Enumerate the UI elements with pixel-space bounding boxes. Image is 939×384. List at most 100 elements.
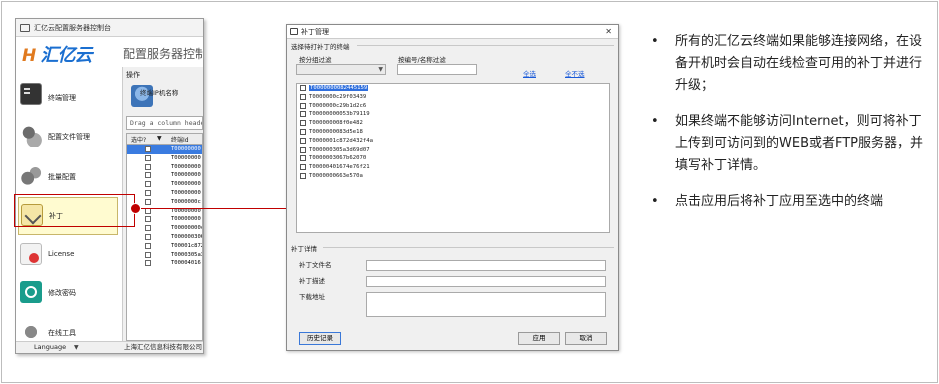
terminal-icon — [20, 83, 42, 105]
apply-button[interactable]: 应用 — [518, 332, 560, 345]
terminal-checkbox[interactable] — [300, 137, 306, 144]
select-all-link[interactable]: 全选 — [523, 68, 536, 78]
table-row[interactable]: T00000000 — [127, 180, 202, 189]
column-header-terminal-id[interactable]: 终端Id — [171, 135, 189, 144]
sidebar-item-batch-config[interactable]: 批量配置 — [18, 159, 118, 197]
dialog-title: 补丁管理 — [301, 28, 329, 36]
table-row[interactable]: T00000000 — [127, 171, 202, 180]
sidebar-item-terminal-management[interactable]: 终端管理 — [18, 77, 118, 115]
logo: H 汇亿云 — [22, 41, 93, 67]
table-row[interactable]: T000000306 — [127, 233, 202, 242]
row-checkbox[interactable] — [145, 146, 151, 152]
list-item[interactable]: T000000008f0e482 — [297, 119, 609, 128]
list-item[interactable]: T0000000c29f03439 — [297, 93, 609, 102]
list-item[interactable]: T00000000053b79119 — [297, 110, 609, 119]
logo-text: 汇亿云 — [40, 45, 93, 66]
sidebar-item-label: License — [48, 250, 75, 258]
history-button[interactable]: 历史记录 — [299, 332, 341, 345]
table-row[interactable]: T0000305a3 — [127, 251, 202, 260]
deselect-all-link[interactable]: 全不选 — [565, 68, 585, 78]
table-row[interactable]: T00000000 — [127, 189, 202, 198]
file-name-label: 补丁文件名 — [299, 261, 332, 269]
note-item: • 点击应用后将补丁应用至选中的终端 — [645, 191, 930, 213]
note-text: 所有的汇亿云终端如果能够连接网络，在设备开机时会自动在线检查可用的补丁并进行升级… — [675, 34, 923, 93]
connector-dot — [130, 203, 141, 214]
terminal-checkbox[interactable] — [300, 146, 306, 153]
terminal-checkbox[interactable] — [300, 164, 306, 171]
close-icon[interactable]: ✕ — [605, 25, 612, 39]
row-checkbox[interactable] — [145, 242, 151, 249]
table-row[interactable]: T00004016 — [127, 259, 202, 268]
terminal-checkbox[interactable] — [300, 172, 306, 179]
list-item[interactable]: T0000000c29b1d2c6 — [297, 102, 609, 111]
terminal-id: T0000000663e570a — [309, 172, 363, 179]
terminal-checkbox[interactable] — [300, 111, 306, 118]
sidebar-item-config-files[interactable]: 配置文件管理 — [18, 119, 118, 157]
list-item[interactable]: T0000000083d5e18 — [297, 128, 609, 137]
license-icon — [20, 243, 42, 265]
sidebar-item-label: 终端管理 — [48, 94, 76, 102]
cancel-button[interactable]: 取消 — [565, 332, 607, 345]
terminal-checkbox[interactable] — [300, 102, 306, 109]
table-row[interactable]: T00000000 — [127, 145, 202, 154]
terminal-id-cell: T00000000c — [171, 225, 203, 232]
bullet-icon: • — [651, 194, 659, 209]
table-row[interactable]: T00000000c — [127, 224, 202, 233]
list-item[interactable]: T0000003067b62070 — [297, 154, 609, 163]
row-checkbox[interactable] — [145, 251, 151, 258]
terminal-checkbox[interactable] — [300, 128, 306, 135]
table-row[interactable]: T00000000 — [127, 154, 202, 163]
terminal-id-cell: T0000305a3 — [171, 251, 203, 258]
list-item[interactable]: T0000001c872d432f4a — [297, 137, 609, 146]
table-row[interactable]: T00000000 — [127, 163, 202, 172]
list-item[interactable]: T00000401674e76f21 — [297, 163, 609, 172]
toolbar-label: 终端IP机名称 — [140, 89, 179, 97]
terminal-checkbox[interactable] — [300, 93, 306, 100]
column-header-selected[interactable]: 选中? — [131, 135, 146, 144]
bullet-icon: • — [651, 114, 659, 129]
row-checkbox[interactable] — [145, 154, 151, 161]
terminal-id: T0000000c29f03439 — [309, 93, 367, 100]
chevron-down-icon[interactable]: ▼ — [74, 342, 79, 353]
row-checkbox[interactable] — [145, 260, 151, 267]
toolbar: 终端IP机名称 — [126, 81, 203, 111]
terminal-checkbox[interactable] — [300, 120, 306, 127]
terminal-id-cell: T00001c872 — [171, 242, 203, 249]
sidebar-item-change-password[interactable]: 修改密码 — [18, 275, 118, 313]
row-checkbox[interactable] — [145, 216, 151, 223]
description-input[interactable] — [366, 276, 606, 287]
window-icon — [290, 28, 298, 35]
terminal-grid: 选中? ▼ 终端Id T00000000 T00000000 T00000000 T0… — [126, 133, 203, 341]
row-checkbox[interactable] — [145, 181, 151, 188]
terminal-checkbox[interactable] — [300, 155, 306, 162]
filter-icon[interactable]: ▼ — [157, 135, 162, 142]
row-checkbox[interactable] — [145, 233, 151, 240]
language-select[interactable]: Language — [34, 342, 66, 353]
number-filter-input[interactable] — [397, 64, 477, 75]
terminal-checkbox[interactable] — [300, 85, 306, 91]
row-checkbox[interactable] — [145, 225, 151, 232]
row-checkbox[interactable] — [145, 172, 151, 179]
table-row[interactable]: T00000000 — [127, 215, 202, 224]
terminal-id-cell: T00004016 — [171, 260, 201, 267]
list-item[interactable]: T0000000082445159 — [297, 84, 609, 93]
terminal-id: T00000401674e76f21 — [309, 164, 370, 171]
row-checkbox[interactable] — [145, 189, 151, 196]
file-name-input[interactable] — [366, 260, 606, 271]
download-url-input[interactable] — [366, 292, 606, 317]
patch-details-label: 补丁详情 — [291, 245, 317, 253]
row-checkbox[interactable] — [145, 163, 151, 170]
note-text: 点击应用后将补丁应用至选中的终端 — [675, 194, 884, 209]
list-item[interactable]: T0000000663e570a — [297, 172, 609, 181]
sidebar-item-license[interactable]: License — [18, 237, 118, 275]
row-checkbox[interactable] — [145, 198, 151, 205]
group-filter-select[interactable]: ▼ — [296, 64, 386, 75]
table-row[interactable]: T00001c872 — [127, 242, 202, 251]
bullet-icon: • — [651, 34, 659, 49]
ops-label: 操作 — [126, 71, 140, 79]
terminal-id: T0000000c29b1d2c6 — [309, 102, 367, 109]
terminal-id-cell: T00000000 — [171, 154, 201, 161]
group-filter-label: 按分组过滤 — [299, 56, 332, 64]
list-item[interactable]: T000000305a3d69d07 — [297, 146, 609, 155]
group-by-bar[interactable]: Drag a column header — [126, 116, 203, 130]
